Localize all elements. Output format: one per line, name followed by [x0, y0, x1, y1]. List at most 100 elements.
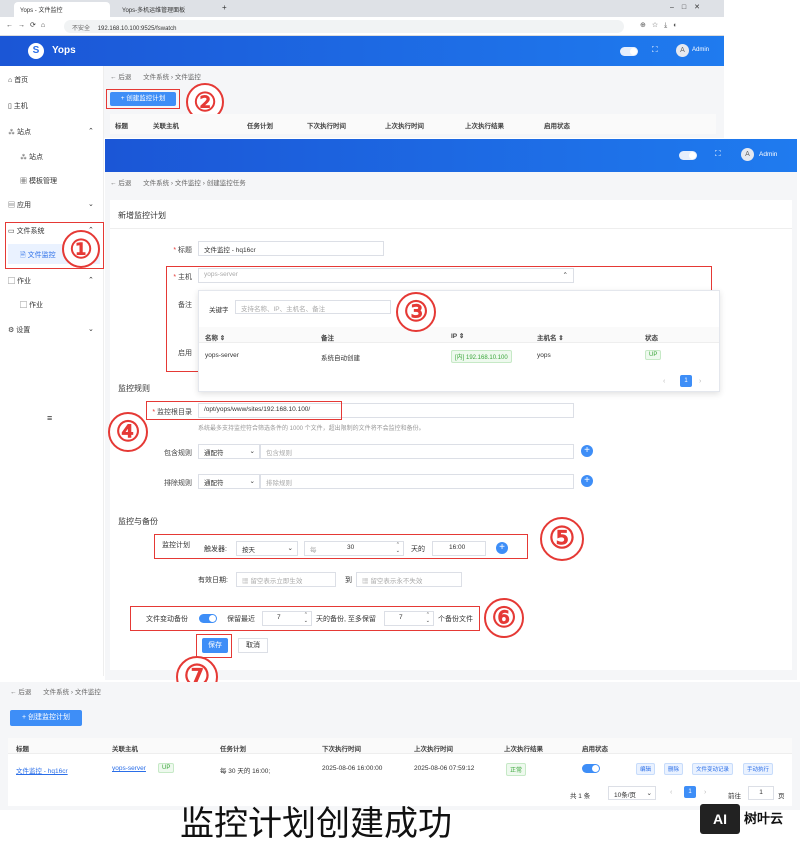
sidebar-item-settings[interactable]: ⚙ 设置 — [8, 325, 30, 335]
nav-buttons-icon[interactable]: ←→⟳⌂ — [6, 21, 50, 29]
add-exclude-icon[interactable]: + — [581, 475, 593, 487]
title-label: * 标题 — [173, 247, 192, 254]
chevron-down-icon: ⌄ — [646, 790, 652, 797]
app-header: S Yops ⛶ A Admin — [0, 36, 724, 66]
app-logo: S — [28, 43, 44, 59]
table-header: 标题 关联主机 任务计划 下次执行时间 上次执行时间 上次执行结果 启用状态 — [8, 738, 792, 754]
sidebar: ⌂ 首页 ▯ 主机 ⁂ 站点 ⌃ ⁂ 站点 ▦ 模板管理 ▤ 应用 ⌄ ▭ 文件… — [0, 66, 104, 676]
theme-toggle[interactable] — [679, 151, 697, 160]
sidebar-item-host[interactable]: ▯ 主机 — [8, 101, 28, 111]
include-type-select[interactable]: 通配符 ⌄ — [198, 444, 260, 459]
page-1[interactable]: 1 — [684, 786, 696, 798]
total-count: 共 1 条 — [570, 793, 591, 800]
next-page-icon[interactable]: › — [704, 789, 706, 796]
annotation-3: ③ — [396, 292, 436, 332]
back-link[interactable]: ← 后退 — [110, 74, 131, 81]
edit-button[interactable]: 编辑 — [636, 763, 656, 775]
url-input[interactable]: 不安全 192.168.10.100:9525/fswatch — [64, 20, 624, 33]
fullscreen-icon[interactable]: ⛶ — [652, 45, 658, 55]
create-plan-button[interactable]: + 创建监控计划 — [10, 710, 82, 726]
theme-toggle[interactable] — [620, 47, 638, 56]
valid-end-input[interactable]: ▦ 留空表示永不失效 — [356, 572, 462, 587]
highlight-box-5 — [154, 534, 528, 559]
tab-title: Yops - 文件监控 — [20, 8, 63, 14]
dropdown-table-header: 名称 ⇕ 备注 IP ⇕ 主机名 ⇕ 状态 — [199, 327, 719, 343]
sidebar-item-job[interactable]: ▢ 作业 — [8, 276, 31, 286]
row-last: 2025-08-06 07:59:12 — [414, 765, 475, 772]
ip-tag: [内] 192.168.10.100 — [451, 350, 512, 363]
title-input[interactable]: 文件监控 - hq16cr — [198, 241, 384, 256]
window-controls-icon[interactable]: –□✕ — [670, 3, 708, 11]
include-input[interactable]: 包含规则 — [260, 444, 574, 459]
row-host-link[interactable]: yops-server — [112, 765, 146, 772]
page-unit: 页 — [778, 793, 785, 800]
table-header: 标题 关联主机 任务计划 下次执行时间 上次执行时间 上次执行结果 启用状态 — [110, 114, 716, 134]
delete-button[interactable]: 删除 — [664, 763, 684, 775]
exclude-type-select[interactable]: 通配符 ⌄ — [198, 474, 260, 489]
watermark-logo: AI — [700, 804, 740, 834]
back-link[interactable]: ← 后退 — [10, 689, 31, 696]
valid-start-input[interactable]: ▦ 留空表示立即生效 — [236, 572, 336, 587]
status-badge: UP — [645, 350, 662, 360]
url-text: 192.168.10.100:9525/fswatch — [97, 26, 177, 32]
chevron-down-icon: ⌄ — [88, 201, 94, 208]
section-backup: 监控与备份 — [118, 517, 158, 526]
avatar[interactable]: A — [676, 44, 689, 57]
browser-address-bar: ←→⟳⌂ 不安全 192.168.10.100:9525/fswatch ⊕☆⤓… — [0, 17, 724, 36]
row-next: 2025-08-06 16:00:00 — [322, 765, 383, 772]
cancel-button[interactable]: 取消 — [238, 638, 268, 653]
fullscreen-icon[interactable]: ⛶ — [715, 149, 721, 159]
watermark-text: 树叶云 — [744, 811, 784, 826]
highlight-box-6 — [130, 606, 480, 631]
table-row: 文件监控 - hq16cr yops-server UP 每 30 天的 16:… — [8, 758, 792, 778]
chevron-down-icon: ⌄ — [88, 326, 94, 333]
browser-tab[interactable]: Yops-多机运维管理面板 — [116, 2, 216, 17]
valid-label: 有效日期: — [198, 577, 228, 584]
exclude-input[interactable]: 排除规则 — [260, 474, 574, 489]
section-rules: 监控规则 — [118, 384, 150, 393]
sidebar-item-site[interactable]: ⁂ 站点 — [8, 127, 31, 137]
prev-page-icon[interactable]: ‹ — [670, 789, 672, 796]
annotation-5: ⑤ — [540, 517, 584, 561]
sidebar-item-template[interactable]: ▦ 模板管理 — [20, 176, 57, 186]
caption: 监控计划创建成功 — [180, 804, 452, 844]
valid-to: 到 — [345, 577, 352, 584]
back-link[interactable]: ← 后退 — [110, 180, 131, 187]
page-1[interactable]: 1 — [680, 375, 692, 387]
prev-page-icon[interactable]: ‹ — [663, 378, 665, 385]
chevron-up-icon: ⌃ — [88, 277, 94, 284]
annotation-6: ⑥ — [484, 598, 524, 638]
sidebar-item-site-sub[interactable]: ⁂ 站点 — [20, 152, 43, 162]
user-name[interactable]: Admin — [759, 151, 777, 158]
user-name[interactable]: Admin — [692, 47, 709, 53]
browser-tab-active[interactable]: Yops - 文件监控 — [14, 2, 110, 17]
annotation-4: ④ — [108, 412, 148, 452]
form-title: 新增监控计划 — [118, 211, 166, 220]
row-title-link[interactable]: 文件监控 - hq16cr — [16, 765, 68, 775]
keyword-input[interactable]: 支持名称、IP、主机名、备注 — [235, 300, 391, 314]
sidebar-item-job-sub[interactable]: ▢ 作业 — [20, 300, 43, 310]
menu-icon[interactable]: ≡ — [47, 413, 52, 423]
enable-switch[interactable] — [582, 764, 600, 773]
goto-label: 前往 — [728, 793, 741, 800]
goto-input[interactable]: 1 — [748, 786, 774, 800]
highlight-box-7 — [196, 634, 232, 658]
sidebar-item-app[interactable]: ▤ 应用 — [8, 200, 31, 210]
file-change-log-button[interactable]: 文件变动记录 — [692, 763, 734, 775]
add-include-icon[interactable]: + — [581, 445, 593, 457]
enable-label: 启用 — [178, 350, 192, 357]
dropdown-row[interactable]: yops-server 系统自动创建 [内] 192.168.10.100 yo… — [199, 344, 719, 368]
page-size-select[interactable]: 10条/页 ⌄ — [608, 786, 656, 800]
highlight-box-2 — [106, 89, 180, 109]
avatar[interactable]: A — [741, 148, 754, 161]
form-breadcrumb: ← 后退 文件系统 › 文件监控 › 创建监控任务 — [110, 180, 246, 187]
browser-actions-icon[interactable]: ⊕☆⤓◐ — [640, 21, 683, 30]
result-badge: 正常 — [506, 763, 527, 776]
annotation-1: ① — [62, 230, 100, 268]
sidebar-item-home[interactable]: ⌂ 首页 — [8, 75, 28, 85]
new-tab-icon[interactable]: + — [222, 3, 227, 12]
browser-tab-bar: Yops - 文件监控 Yops-多机运维管理面板 + –□✕ — [0, 0, 724, 17]
next-page-icon[interactable]: › — [699, 378, 701, 385]
exclude-label: 排除规则 — [164, 480, 192, 487]
manual-run-button[interactable]: 手动执行 — [743, 763, 774, 775]
